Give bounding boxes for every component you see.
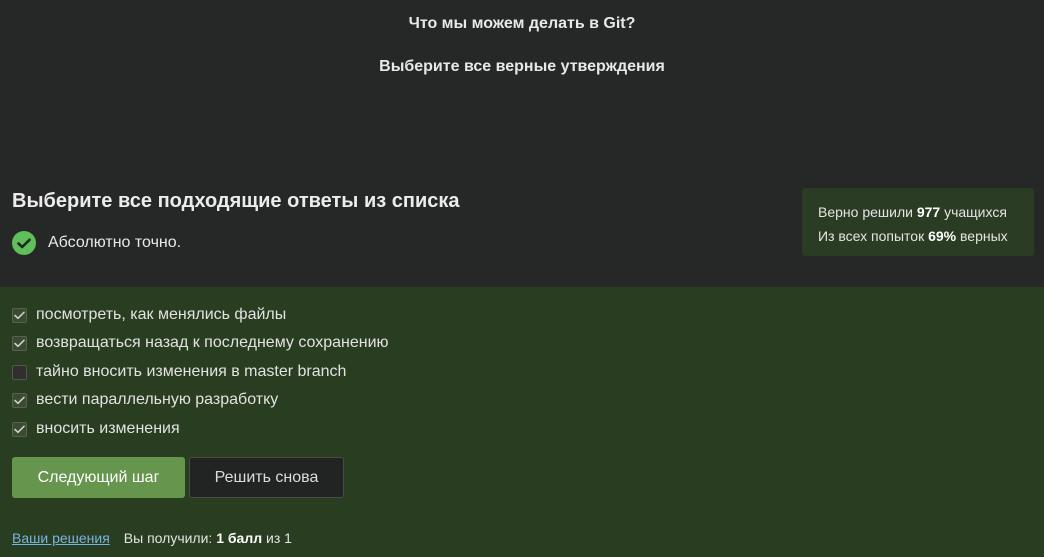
- checkbox-checked-icon[interactable]: [12, 335, 27, 351]
- stats-solved-prefix: Верно решили: [818, 204, 917, 220]
- footer: Ваши решения Вы получили: 1 балл из 1: [12, 530, 292, 546]
- feedback-text: Абсолютно точно.: [48, 234, 182, 251]
- option-1[interactable]: возвращаться назад к последнему сохранен…: [12, 333, 389, 353]
- stats-solved: Верно решили 977 учащихся: [818, 200, 1034, 224]
- option-2[interactable]: тайно вносить изменения в master branch: [12, 362, 346, 382]
- option-4[interactable]: вносить изменения: [12, 419, 180, 439]
- checkbox-unchecked-icon[interactable]: [12, 364, 27, 380]
- score-prefix: Вы получили:: [123, 530, 217, 546]
- stats-solved-suffix: учащихся: [940, 204, 1007, 220]
- option-0[interactable]: посмотреть, как менялись файлы: [12, 305, 286, 325]
- option-label[interactable]: тайно вносить изменения в master branch: [36, 363, 346, 381]
- check-circle-icon: [12, 231, 36, 255]
- stats-attempts-suffix: верных: [956, 228, 1008, 244]
- stats-solved-count: 977: [916, 204, 941, 220]
- task-heading: Выберите все подходящие ответы из списка: [12, 190, 460, 212]
- checkbox-checked-icon[interactable]: [12, 392, 27, 408]
- stats-attempts-percent: 69%: [928, 228, 957, 244]
- next-step-button[interactable]: Следующий шаг: [12, 457, 185, 498]
- score-value: 1 балл: [216, 530, 263, 546]
- option-3[interactable]: вести параллельную разработку: [12, 390, 278, 410]
- option-label[interactable]: вносить изменения: [36, 420, 180, 438]
- option-label[interactable]: возвращаться назад к последнему сохранен…: [36, 334, 389, 352]
- question-title: Что мы можем делать в Git?: [408, 15, 636, 32]
- your-solutions-link[interactable]: Ваши решения: [12, 530, 110, 546]
- checkbox-checked-icon[interactable]: [12, 421, 27, 437]
- solve-again-button[interactable]: Решить снова: [189, 457, 344, 498]
- option-label[interactable]: вести параллельную разработку: [36, 391, 278, 409]
- checkbox-checked-icon[interactable]: [12, 307, 27, 323]
- stats-box: Верно решили 977 учащихся Из всех попыто…: [802, 188, 1034, 256]
- score-suffix: из 1: [262, 530, 292, 546]
- feedback: Абсолютно точно.: [12, 231, 181, 255]
- option-label[interactable]: посмотреть, как менялись файлы: [36, 306, 286, 324]
- question-header: Что мы можем делать в Git? Выберите все …: [0, 0, 1044, 287]
- stats-attempts-prefix: Из всех попыток: [818, 228, 929, 244]
- answers-panel: посмотреть, как менялись файлы возвращат…: [0, 287, 1044, 557]
- question-subtitle: Выберите все верные утверждения: [379, 58, 665, 75]
- stats-attempts: Из всех попыток 69% верных: [818, 224, 1034, 248]
